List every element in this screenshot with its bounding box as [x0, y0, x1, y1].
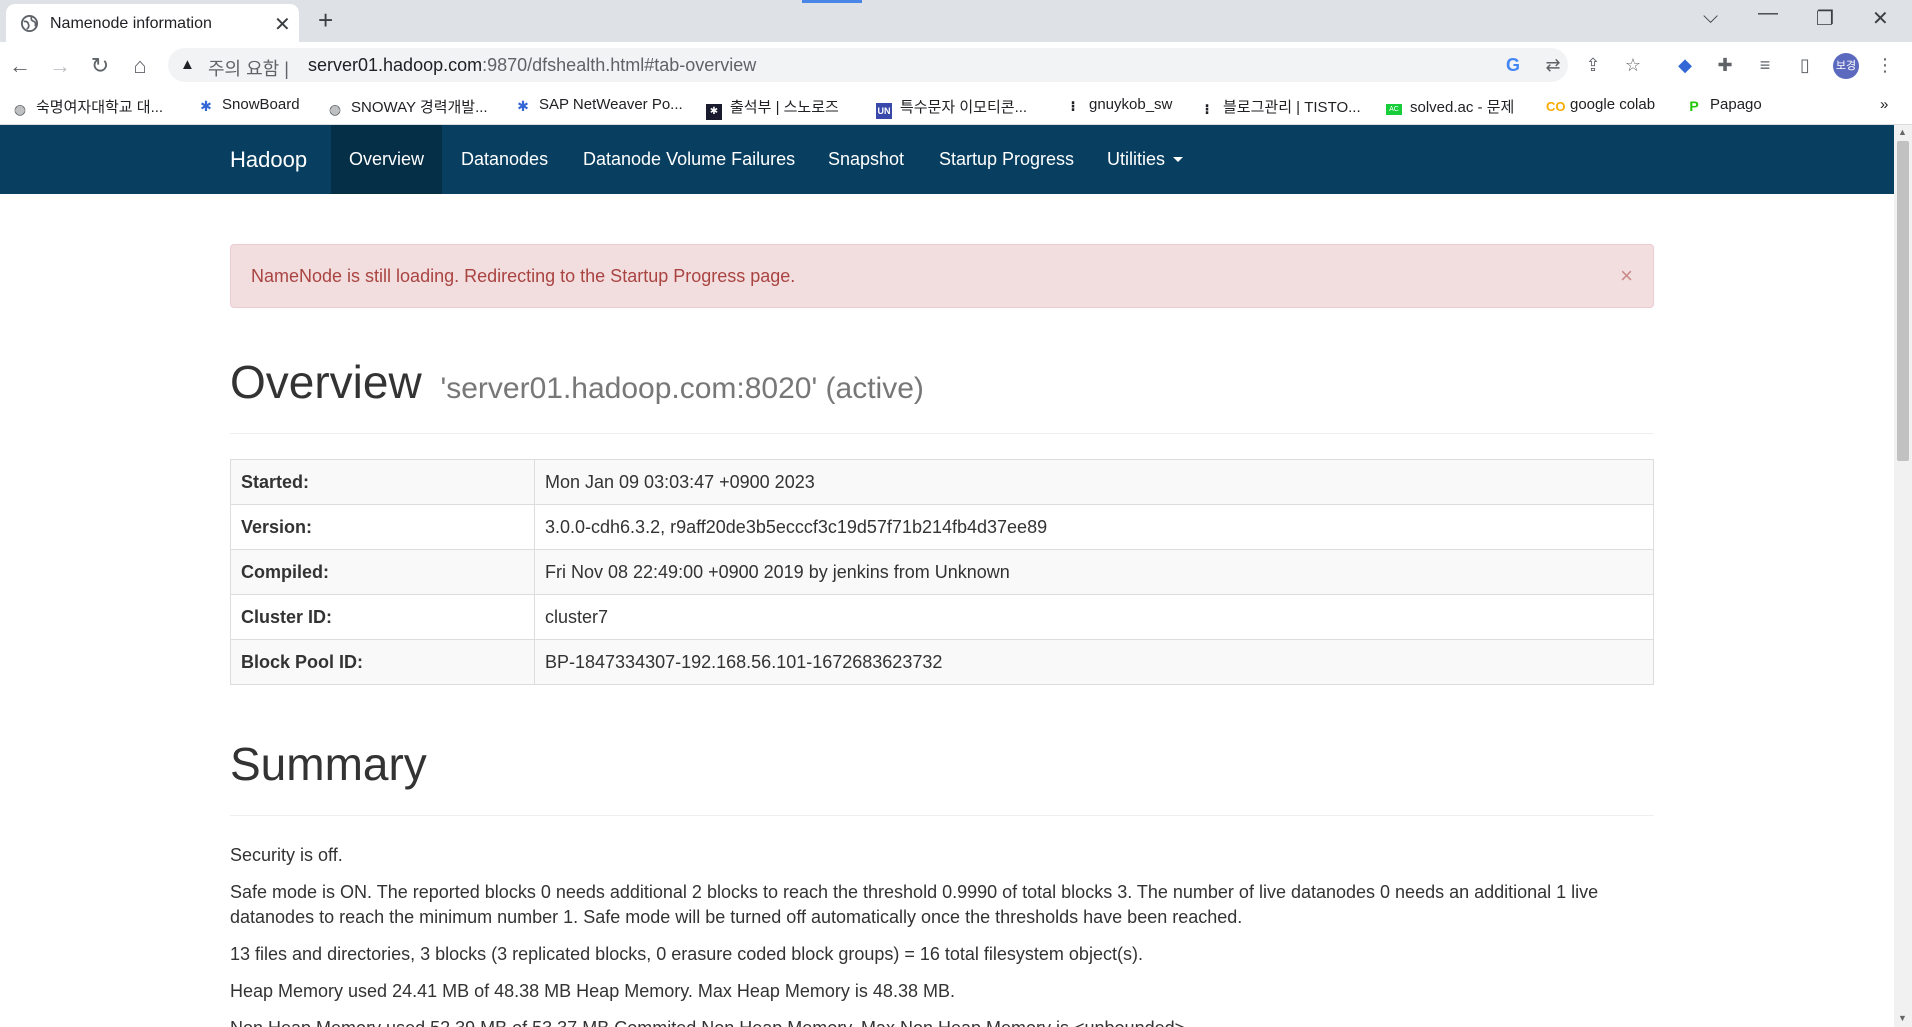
table-row: Cluster ID: cluster7: [230, 594, 1654, 640]
nav-datanodes[interactable]: Datanodes: [461, 125, 548, 194]
bookmark-item[interactable]: P Papago: [1686, 96, 1761, 114]
overview-heading: Overview 'server01.hadoop.com:8020' (act…: [230, 355, 924, 409]
page-scrollbar[interactable]: ▲ ▼: [1894, 125, 1912, 1027]
solvedac-icon: AC: [1386, 104, 1402, 115]
un-icon: UN: [876, 103, 892, 119]
loading-alert: NameNode is still loading. Redirecting t…: [230, 244, 1654, 308]
overview-title: Overview: [230, 356, 422, 408]
colab-icon: CO: [1546, 99, 1566, 114]
address-bar[interactable]: ▲ 주의 요함 | server01.hadoop.com:9870/dfshe…: [168, 48, 1641, 82]
row-key: Version:: [230, 504, 535, 550]
warning-icon[interactable]: ▲: [180, 56, 195, 73]
snowflake-icon: ✱: [517, 98, 529, 114]
overview-subtitle: 'server01.hadoop.com:8020' (active): [440, 372, 924, 405]
hadoop-navbar: Hadoop Overview Datanodes Datanode Volum…: [0, 125, 1894, 194]
forward-button[interactable]: →: [46, 52, 74, 80]
tab-search-icon[interactable]: ⌵: [1703, 6, 1718, 29]
bookmark-item[interactable]: ✱ 출석부 | 스노로즈: [706, 96, 839, 120]
row-key: Compiled:: [230, 549, 535, 595]
papago-icon: P: [1689, 98, 1699, 114]
new-tab-button[interactable]: +: [318, 6, 333, 34]
globe-icon: ◍: [13, 101, 27, 117]
tab-strip: Namenode information ✕ + ⌵ — ❐ ✕: [0, 0, 1912, 42]
scroll-down-icon[interactable]: ▼: [1898, 1013, 1907, 1023]
row-key: Block Pool ID:: [230, 639, 535, 685]
bookmark-item[interactable]: ◍ 숙명여자대학교 대...: [12, 96, 163, 117]
row-value: Mon Jan 09 03:03:47 +0900 2023: [534, 459, 1654, 505]
overview-table: Started: Mon Jan 09 03:03:47 +0900 2023 …: [230, 459, 1654, 685]
snowflake-icon: ✱: [200, 98, 212, 114]
profile-avatar[interactable]: 보경: [1833, 53, 1859, 79]
restore-button[interactable]: ❐: [1816, 6, 1834, 31]
back-button[interactable]: ←: [6, 52, 34, 80]
table-row: Started: Mon Jan 09 03:03:47 +0900 2023: [230, 459, 1654, 505]
table-row: Compiled: Fri Nov 08 22:49:00 +0900 2019…: [230, 549, 1654, 595]
snowflake-icon: ✱: [706, 104, 722, 120]
alert-close-icon[interactable]: ×: [1620, 263, 1633, 289]
reload-button[interactable]: ↻: [86, 52, 114, 80]
nav-utilities[interactable]: Utilities: [1107, 125, 1184, 194]
nav-overview[interactable]: Overview: [331, 125, 443, 194]
tab-close-icon[interactable]: ✕: [274, 12, 291, 37]
nav-datanode-volume-failures[interactable]: Datanode Volume Failures: [583, 125, 795, 194]
minimize-button[interactable]: —: [1758, 2, 1778, 25]
bookmarks-overflow-icon[interactable]: »: [1880, 96, 1888, 113]
close-window-button[interactable]: ✕: [1872, 6, 1889, 31]
browser-tab[interactable]: Namenode information ✕: [6, 4, 299, 42]
nav-startup-progress[interactable]: Startup Progress: [939, 125, 1074, 194]
bookmark-item[interactable]: AC solved.ac - 문제: [1386, 96, 1514, 117]
security-warning-label[interactable]: 주의 요함 |: [208, 55, 289, 81]
puzzle-icon[interactable]: ✚: [1713, 53, 1737, 77]
row-key: Started:: [230, 459, 535, 505]
navbar-brand[interactable]: Hadoop: [230, 147, 307, 173]
safe-mode-status: Safe mode is ON. The reported blocks 0 n…: [230, 882, 1599, 927]
scrollbar-thumb[interactable]: [1897, 141, 1909, 461]
side-panel-icon[interactable]: ▯: [1793, 53, 1817, 77]
table-row: Block Pool ID: BP-1847334307-192.168.56.…: [230, 639, 1654, 685]
bookmark-item[interactable]: ✱ SnowBoard: [198, 96, 299, 114]
bookmark-item[interactable]: UN 특수문자 이모티콘...: [876, 96, 1027, 119]
summary-title: Summary: [230, 738, 427, 790]
row-value: Fri Nov 08 22:49:00 +0900 2019 by jenkin…: [534, 549, 1654, 595]
globe-icon: [20, 14, 39, 33]
divider: [230, 433, 1654, 434]
tab-title: Namenode information: [50, 15, 212, 32]
row-key: Cluster ID:: [230, 594, 535, 640]
url-text[interactable]: server01.hadoop.com:9870/dfshealth.html#…: [308, 55, 756, 76]
bookmark-item[interactable]: ⁝ 블로그관리 | TISTO...: [1199, 96, 1360, 117]
row-value: cluster7: [534, 594, 1654, 640]
nav-snapshot[interactable]: Snapshot: [828, 125, 904, 194]
divider: [230, 815, 1654, 816]
non-heap-memory: Non Heap Memory used 52.39 MB of 53.37 M…: [230, 1016, 1654, 1027]
home-button[interactable]: ⌂: [126, 52, 154, 80]
alert-message: NameNode is still loading. Redirecting t…: [251, 266, 796, 286]
google-icon[interactable]: G: [1502, 54, 1524, 76]
heap-memory: Heap Memory used 24.41 MB of 48.38 MB He…: [230, 981, 955, 1001]
row-value: 3.0.0-cdh6.3.2, r9aff20de3b5ecccf3c19d57…: [534, 504, 1654, 550]
caret-down-icon: [1173, 157, 1184, 162]
nav-utilities-label: Utilities: [1107, 149, 1166, 169]
bookmark-item[interactable]: ⁝ gnuykob_sw: [1065, 96, 1172, 114]
dots-icon: ⁝: [1070, 98, 1076, 114]
extension-icon[interactable]: ◆: [1673, 53, 1697, 77]
table-row: Version: 3.0.0-cdh6.3.2, r9aff20de3b5ecc…: [230, 504, 1654, 550]
dots-icon: ⁝: [1204, 101, 1210, 117]
share-icon[interactable]: ⇪: [1582, 54, 1604, 76]
globe-icon: ◍: [328, 101, 342, 117]
bookmark-item[interactable]: ◍ SNOWAY 경력개발...: [327, 96, 488, 117]
page-viewport: Hadoop Overview Datanodes Datanode Volum…: [0, 125, 1894, 1027]
tab-loading-indicator: [802, 0, 862, 3]
translate-icon[interactable]: ⇄: [1542, 54, 1564, 76]
bookmark-item[interactable]: CO google colab: [1546, 96, 1655, 115]
menu-icon[interactable]: ⋮: [1873, 53, 1897, 77]
bookmark-item[interactable]: ✱ SAP NetWeaver Po...: [515, 96, 683, 114]
bookmark-star-icon[interactable]: ☆: [1622, 54, 1644, 76]
row-value: BP-1847334307-192.168.56.101-16726836237…: [534, 639, 1654, 685]
reading-list-icon[interactable]: ≡: [1753, 53, 1777, 77]
filesystem-objects: 13 files and directories, 3 blocks (3 re…: [230, 944, 1143, 964]
security-status: Security is off.: [230, 845, 343, 865]
bookmarks-bar: ◍ 숙명여자대학교 대... ✱ SnowBoard ◍ SNOWAY 경력개발...…: [0, 88, 1912, 125]
scroll-up-icon[interactable]: ▲: [1898, 127, 1907, 137]
